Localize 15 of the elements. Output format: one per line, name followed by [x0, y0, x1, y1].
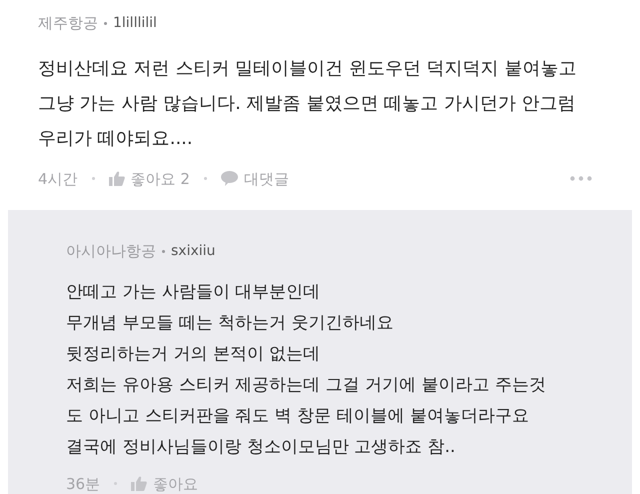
author-airline: 제주항공: [38, 13, 98, 34]
thumbs-up-icon: [108, 171, 125, 186]
author-username: 1lilllilil: [113, 14, 157, 33]
reply-button[interactable]: 대댓글: [220, 168, 289, 190]
comment-body: 정비산데요 저런 스티커 밀테이블이건 윈도우던 덕지덕지 붙여놓고 그냥 가는 사람 많습니다. 제발좀 붙였으면 떼놓고 가시던가 안그럼 우리가 떼야되요....: [38, 56, 578, 150]
comment-time: 4시간: [38, 168, 78, 190]
speech-bubble-icon: [220, 171, 238, 186]
author-airline: 아시아나항공: [66, 241, 156, 262]
thumbs-up-icon: [131, 476, 148, 492]
reply-time: 36분: [66, 474, 100, 494]
reply-body: 안떼고 가는 사람들이 대부분인데 무개념 부모들 떼는 척하는거 웃기긴하네요 뒷정리하는거 거의 본적이 없는데 저희는 유아용 스티커 제공하는데 그걸 거기에 붙이라고 주는것 도 아니고 스티커판을 줘도 벽 창문 테이블에 붙여놓더라구요 결국에 정비사님들이랑 청소이모님만 고생하죠 참..: [66, 280, 547, 458]
more-options-icon[interactable]: [570, 176, 592, 182]
like-button[interactable]: 좋아요 2: [108, 168, 190, 190]
like-button[interactable]: 좋아요: [131, 472, 198, 494]
author-username: sxixiiu: [171, 242, 216, 261]
